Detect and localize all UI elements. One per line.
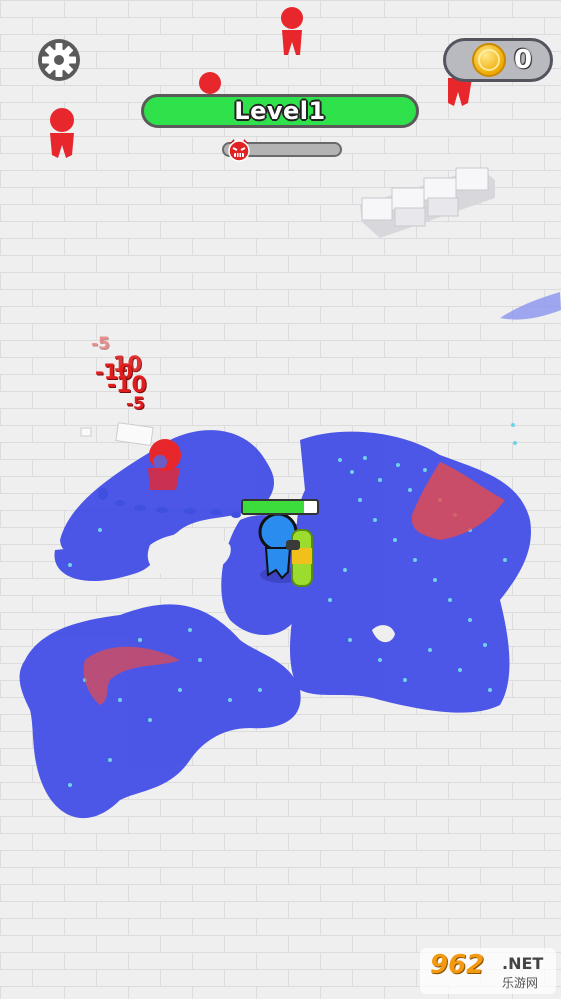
enemy-stickman-hit — [148, 439, 181, 490]
level-progress-bar: Level1 — [141, 94, 419, 128]
level-label: Level1 — [234, 97, 326, 125]
player-health-fill — [243, 501, 304, 513]
site-watermark: 962 .NET 乐游网 — [420, 948, 556, 994]
player-health-bar — [241, 499, 319, 515]
settings-button[interactable] — [37, 38, 81, 82]
coin-count: 0 — [514, 45, 533, 75]
gear-icon — [38, 39, 80, 81]
watermark-logo: 962 — [430, 950, 485, 980]
watermark-domain: .NET — [502, 954, 544, 973]
debris — [80, 427, 92, 437]
boss-devil-icon — [226, 137, 252, 163]
coin-icon — [472, 43, 506, 77]
enemy-stickman — [199, 72, 221, 94]
damage-popup: -5 — [91, 334, 110, 354]
damage-popup: -5 — [126, 394, 145, 414]
watermark-site-name: 乐游网 — [502, 976, 539, 990]
coin-counter: 0 — [443, 38, 553, 82]
